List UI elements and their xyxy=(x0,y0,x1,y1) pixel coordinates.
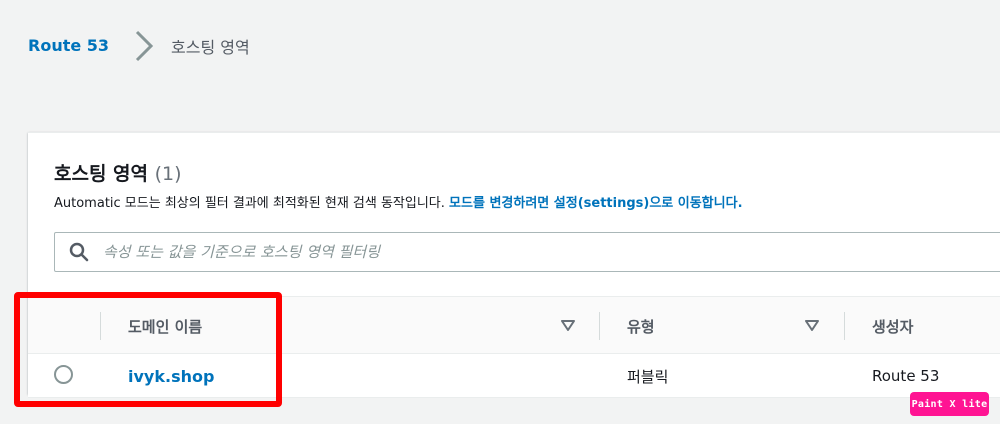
page-title-text: 호스팅 영역 xyxy=(54,163,149,185)
search-icon xyxy=(69,242,89,262)
column-divider[interactable] xyxy=(599,312,600,340)
zone-count: (1) xyxy=(154,163,182,185)
filter-box[interactable] xyxy=(54,232,1000,272)
column-divider[interactable] xyxy=(844,312,845,340)
hosted-zones-table: 도메인 이름 유형 생성자 ivyk.shop 퍼블릭 Route 53 xyxy=(28,296,1000,398)
hosted-zones-panel: 호스팅 영역 (1) Automatic 모드는 최상의 필터 결과에 최적화된… xyxy=(28,132,1000,398)
column-divider xyxy=(100,312,101,340)
description-text: Automatic 모드는 최상의 필터 결과에 최적화된 현재 검색 동작입니… xyxy=(54,196,450,211)
table-header: 도메인 이름 유형 생성자 xyxy=(28,296,1000,354)
row-select-radio[interactable] xyxy=(54,365,73,384)
page-title: 호스팅 영역 (1) xyxy=(54,159,182,186)
settings-link[interactable]: 모드를 변경하려면 설정(settings)으로 이동합니다. xyxy=(449,196,742,211)
breadcrumb: Route 53 호스팅 영역 xyxy=(28,26,250,66)
panel-header: 호스팅 영역 (1) xyxy=(54,159,182,186)
chevron-right-icon xyxy=(135,30,154,62)
sort-down-icon[interactable] xyxy=(805,320,819,332)
column-header-type[interactable]: 유형 xyxy=(627,297,655,355)
paint-x-lite-watermark: Paint X lite xyxy=(910,392,989,416)
column-header-domain-name[interactable]: 도메인 이름 xyxy=(128,297,202,355)
domain-name-link[interactable]: ivyk.shop xyxy=(128,367,214,386)
domain-cell: ivyk.shop xyxy=(128,354,214,398)
sort-down-icon[interactable] xyxy=(561,320,575,332)
breadcrumb-route53-link[interactable]: Route 53 xyxy=(28,32,109,60)
breadcrumb-current: 호스팅 영역 xyxy=(171,38,250,57)
table-row[interactable]: ivyk.shop 퍼블릭 Route 53 xyxy=(28,354,1000,398)
type-cell: 퍼블릭 xyxy=(627,367,669,386)
column-header-created-by[interactable]: 생성자 xyxy=(872,297,913,355)
panel-description: Automatic 모드는 최상의 필터 결과에 최적화된 현재 검색 동작입니… xyxy=(54,192,743,211)
filter-input[interactable] xyxy=(103,243,703,261)
